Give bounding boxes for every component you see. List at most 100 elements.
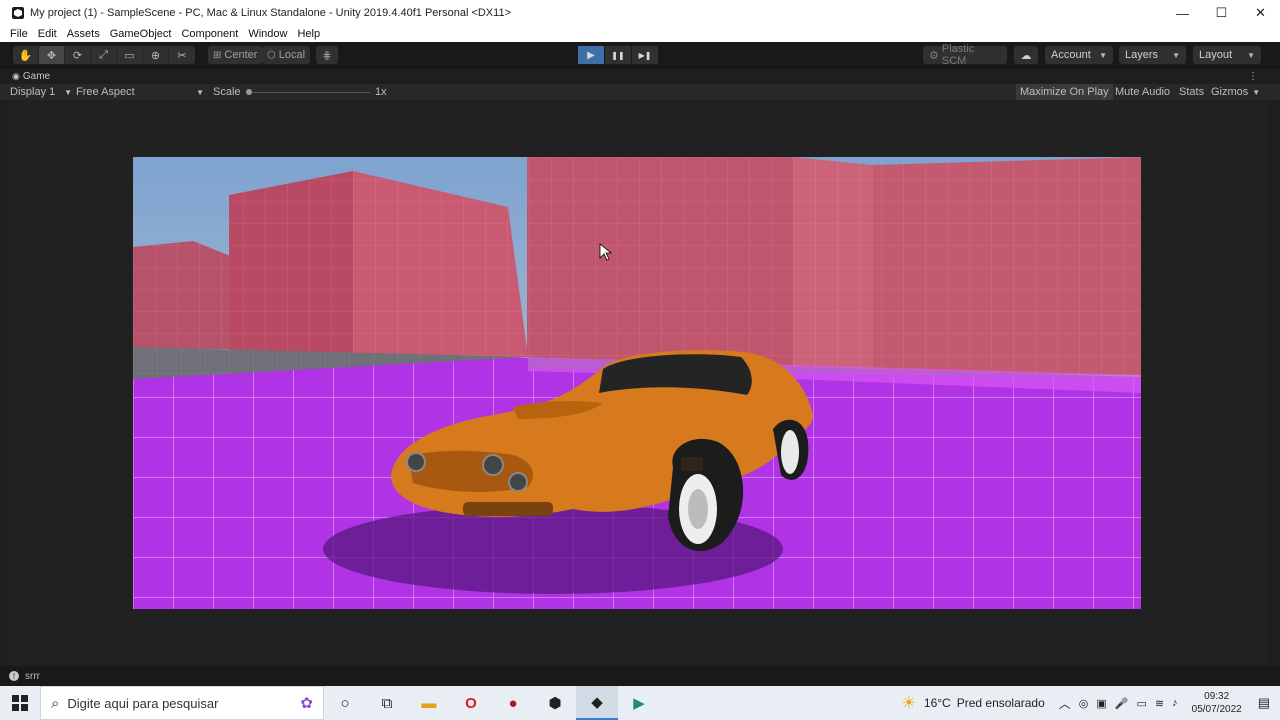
plastic-icon: ⚙ [929, 49, 939, 62]
unity-logo-icon [12, 7, 24, 19]
play-button[interactable]: ▶ [578, 46, 604, 64]
menu-edit[interactable]: Edit [33, 28, 62, 40]
tray-app-icon[interactable]: ◎ [1079, 697, 1089, 710]
aspect-label: Free Aspect [76, 86, 135, 98]
gizmos-label: Gizmos [1211, 86, 1249, 98]
windows-start-button[interactable] [0, 686, 40, 720]
window-title: My project (1) - SampleScene - PC, Mac &… [30, 7, 511, 19]
game-tab-bar: ◉ Game ⋮ [0, 68, 1280, 84]
info-icon: ! [9, 671, 19, 681]
unity-hub-icon[interactable]: ⬢ [534, 686, 576, 720]
battery-icon[interactable]: ▭ [1137, 697, 1147, 710]
rect-tool-icon[interactable]: ▭ [117, 46, 143, 64]
menu-help[interactable]: Help [292, 28, 325, 40]
weather-sun-icon: ☀ [901, 695, 916, 712]
notifications-icon[interactable]: ▤ [1258, 695, 1270, 711]
webcam-icon[interactable]: ▣ [1096, 697, 1106, 710]
mute-audio-toggle[interactable]: Mute Audio [1111, 84, 1174, 100]
stats-toggle[interactable]: Stats [1175, 84, 1208, 100]
chevron-down-icon: ▼ [196, 87, 204, 97]
chevron-down-icon: ▼ [64, 87, 72, 97]
weather-text[interactable]: Pred ensolarado [957, 696, 1045, 710]
hand-tool-icon[interactable]: ✋ [13, 46, 39, 64]
display-dropdown[interactable]: Display 1 ▼ [10, 84, 72, 100]
account-dropdown[interactable]: Account ▼ [1045, 46, 1113, 64]
menu-component[interactable]: Component [176, 28, 243, 40]
opera-browser-icon[interactable]: O [450, 686, 492, 720]
chevron-down-icon: ▼ [1172, 50, 1180, 60]
red-app-icon[interactable]: ● [492, 686, 534, 720]
clock[interactable]: 09:32 05/07/2022 [1182, 690, 1252, 716]
microphone-icon[interactable]: 🎤 [1115, 697, 1129, 710]
menu-gameobject[interactable]: GameObject [105, 28, 177, 40]
weather-temp[interactable]: 16°C [924, 696, 951, 710]
wifi-icon[interactable]: ≋ [1155, 697, 1164, 710]
close-button[interactable]: ✕ [1241, 0, 1280, 26]
plastic-label: Plastic SCM [941, 43, 975, 67]
display-label: Display 1 [10, 86, 56, 98]
game-scene [133, 157, 1141, 609]
menu-file[interactable]: File [0, 28, 33, 40]
pivot-center-button[interactable]: ⊞ Center [208, 46, 263, 64]
layers-dropdown[interactable]: Layers ▼ [1119, 46, 1186, 64]
plastic-scm-button[interactable]: ⚙ Plastic SCM [923, 43, 1007, 67]
main-toolbar: ✋ ✥ ⟳ ⤢ ▭ ⊕ ✂ ⊞ Center ⬡ Local ⋕ ▶ ❚❚ ▶❚… [0, 42, 1280, 68]
volume-icon[interactable]: ♪ [1172, 697, 1178, 709]
rotate-tool-icon[interactable]: ⟳ [65, 46, 91, 64]
windows-taskbar: ⌕ Digite aqui para pesquisar ✿ ○ ⧉ ▬ O ●… [0, 686, 1280, 720]
status-bar: ! srrr [0, 666, 1280, 686]
tab-game[interactable]: Game [23, 71, 50, 82]
chevron-down-icon: ▼ [1099, 50, 1107, 60]
pivot-local-button[interactable]: ⬡ Local [262, 46, 311, 64]
grid-snap-icon[interactable]: ⋕ [316, 46, 338, 64]
chevron-up-icon[interactable]: ︿ [1059, 695, 1071, 712]
cube-icon: ⬡ [267, 49, 276, 61]
pivot-label: Center [224, 49, 258, 61]
aspect-dropdown[interactable]: Free Aspect ▼ [76, 84, 204, 100]
slider-track [252, 92, 370, 93]
menu-assets[interactable]: Assets [62, 28, 105, 40]
taskbar-search-box[interactable]: ⌕ Digite aqui para pesquisar ✿ [40, 686, 324, 720]
search-placeholder: Digite aqui para pesquisar [67, 695, 219, 711]
scale-value: 1x [375, 86, 387, 98]
transform-tool-icon[interactable]: ⊕ [143, 46, 169, 64]
layers-label: Layers [1125, 49, 1159, 61]
layout-label: Layout [1199, 49, 1233, 61]
search-highlight-icon: ✿ [300, 695, 313, 712]
maximize-on-play-toggle[interactable]: Maximize On Play [1016, 84, 1113, 100]
pivot-icon: ⊞ [213, 49, 222, 61]
cortana-icon[interactable]: ○ [324, 686, 366, 720]
game-view-toolbar: Display 1 ▼ Free Aspect ▼ Scale 1x Maxim… [0, 84, 1280, 100]
account-label: Account [1051, 49, 1091, 61]
layout-dropdown[interactable]: Layout ▼ [1193, 46, 1261, 64]
unity-editor-icon[interactable]: ◆ [576, 686, 618, 720]
gamepad-icon: ◉ [12, 70, 20, 81]
search-icon: ⌕ [51, 694, 60, 712]
pause-button[interactable]: ❚❚ [605, 46, 631, 64]
scale-label: Scale [213, 86, 241, 98]
clock-time: 09:32 [1204, 691, 1230, 702]
window-title-bar: My project (1) - SampleScene - PC, Mac &… [0, 0, 1280, 26]
maximize-button[interactable]: ☐ [1202, 0, 1241, 26]
task-view-icon[interactable]: ⧉ [366, 686, 408, 720]
file-explorer-icon[interactable]: ▬ [408, 686, 450, 720]
custom-tool-icon[interactable]: ✂ [169, 46, 195, 64]
kebab-menu-icon[interactable]: ⋮ [1248, 71, 1258, 82]
gizmos-dropdown[interactable]: Gizmos ▼ [1207, 84, 1264, 100]
minimize-button[interactable]: — [1163, 0, 1202, 26]
step-button[interactable]: ▶❚ [632, 46, 658, 64]
scale-slider[interactable] [246, 84, 370, 100]
cloud-icon[interactable]: ☁ [1014, 46, 1038, 64]
local-label: Local [278, 49, 306, 61]
terminal-app-icon[interactable]: ▶ [618, 686, 660, 720]
chevron-down-icon: ▼ [1252, 87, 1261, 97]
windows-logo-icon [12, 695, 28, 711]
clock-date: 05/07/2022 [1191, 704, 1242, 715]
move-tool-icon[interactable]: ✥ [39, 46, 65, 64]
game-viewport[interactable] [133, 157, 1141, 609]
transform-tools: ✋ ✥ ⟳ ⤢ ▭ ⊕ ✂ [13, 46, 195, 64]
scale-tool-icon[interactable]: ⤢ [91, 46, 117, 64]
chevron-down-icon: ▼ [1247, 50, 1255, 60]
menu-window[interactable]: Window [243, 28, 292, 40]
console-message[interactable]: srrr [25, 671, 40, 682]
